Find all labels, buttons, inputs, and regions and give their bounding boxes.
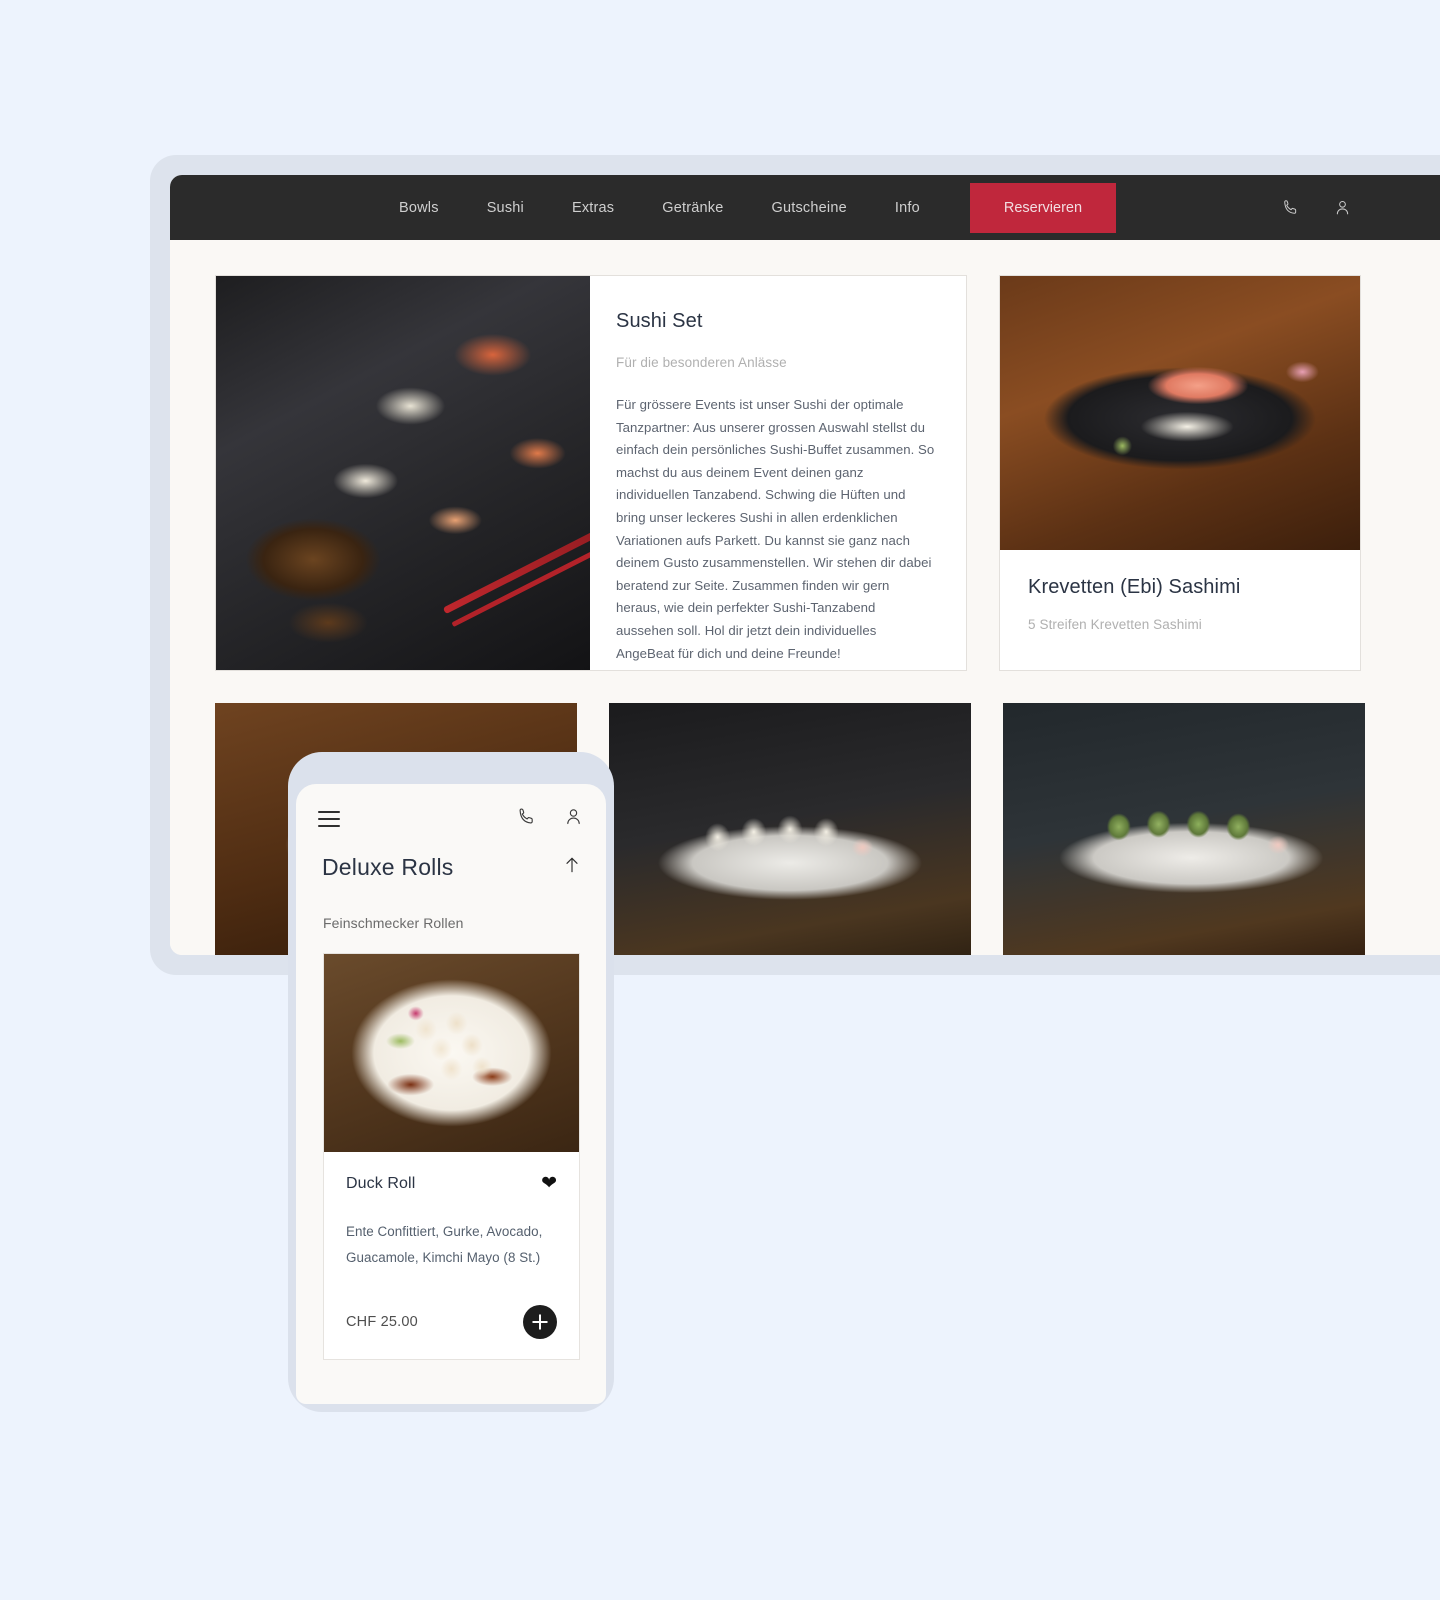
sushi-set-card-text: Sushi Set Für die besonderen Anlässe Für… <box>590 276 966 670</box>
nav-link-extras[interactable]: Extras <box>548 200 638 216</box>
menu-card-thumbnail-2[interactable] <box>609 703 971 955</box>
reservieren-button[interactable]: Reservieren <box>969 182 1117 233</box>
main-navigation: Bowls Sushi Extras Getränke Gutscheine I… <box>375 182 1117 233</box>
california-rolls-photo <box>609 703 971 955</box>
heart-icon[interactable]: ❤ <box>541 1174 557 1193</box>
phone-section-subtitle: Feinschmecker Rollen <box>323 915 464 931</box>
plus-icon[interactable] <box>523 1305 557 1339</box>
krevetten-subtitle: 5 Streifen Krevetten Sashimi <box>1028 617 1202 632</box>
phone-heading-row: Deluxe Rolls <box>296 832 606 881</box>
duck-roll-price: CHF 25.00 <box>346 1314 418 1330</box>
navbar-icon-group <box>1281 198 1352 217</box>
phone-topbar <box>296 784 606 832</box>
duck-roll-title: Duck Roll <box>346 1174 416 1192</box>
phone-topbar-icon-group <box>516 806 584 832</box>
krevetten-card-text: Krevetten (Ebi) Sashimi 5 Streifen Kreve… <box>1000 550 1360 658</box>
menu-grid-row-top: Sushi Set Für die besonderen Anlässe Für… <box>215 275 1440 671</box>
sushi-set-title: Sushi Set <box>616 310 703 332</box>
duck-roll-photo <box>324 954 579 1152</box>
nav-link-info[interactable]: Info <box>871 200 944 216</box>
menu-card-thumbnail-3[interactable] <box>1003 703 1365 955</box>
phone-device-frame: Deluxe Rolls Feinschmecker Rollen Duck R… <box>288 752 614 1412</box>
site-navbar: Bowls Sushi Extras Getränke Gutscheine I… <box>170 175 1440 240</box>
hamburger-menu-icon[interactable] <box>318 811 340 827</box>
ebi-sashimi-photo <box>1000 276 1360 550</box>
nav-link-getraenke[interactable]: Getränke <box>638 200 747 216</box>
phone-item-price-row: CHF 25.00 <box>346 1305 557 1339</box>
user-icon[interactable] <box>563 806 584 832</box>
phone-icon[interactable] <box>1281 198 1300 217</box>
menu-card-sushi-set[interactable]: Sushi Set Für die besonderen Anlässe Für… <box>215 275 967 671</box>
krevetten-title: Krevetten (Ebi) Sashimi <box>1028 576 1241 598</box>
nav-link-gutscheine[interactable]: Gutscheine <box>748 200 871 216</box>
phone-screen: Deluxe Rolls Feinschmecker Rollen Duck R… <box>296 784 606 1404</box>
phone-item-body: Duck Roll ❤ Ente Confittiert, Gurke, Avo… <box>324 1152 579 1359</box>
menu-card-krevetten-sashimi[interactable]: Krevetten (Ebi) Sashimi 5 Streifen Kreve… <box>999 275 1361 671</box>
nav-link-bowls[interactable]: Bowls <box>375 200 463 216</box>
sushi-set-subtitle: Für die besonderen Anlässe <box>616 355 787 370</box>
cucumber-rolls-photo <box>1003 703 1365 955</box>
phone-item-title-row: Duck Roll ❤ <box>346 1174 557 1193</box>
sushi-set-description: Für grössere Events ist unser Sushi der … <box>616 397 935 661</box>
phone-page-title: Deluxe Rolls <box>322 854 454 880</box>
duck-roll-description: Ente Confittiert, Gurke, Avocado, Guacam… <box>346 1224 543 1265</box>
phone-menu-item-card[interactable]: Duck Roll ❤ Ente Confittiert, Gurke, Avo… <box>323 953 580 1360</box>
arrow-up-icon[interactable] <box>562 855 582 880</box>
user-icon[interactable] <box>1333 198 1352 217</box>
sushi-platter-photo <box>216 276 590 670</box>
phone-icon[interactable] <box>516 806 537 832</box>
nav-link-sushi[interactable]: Sushi <box>463 200 548 216</box>
